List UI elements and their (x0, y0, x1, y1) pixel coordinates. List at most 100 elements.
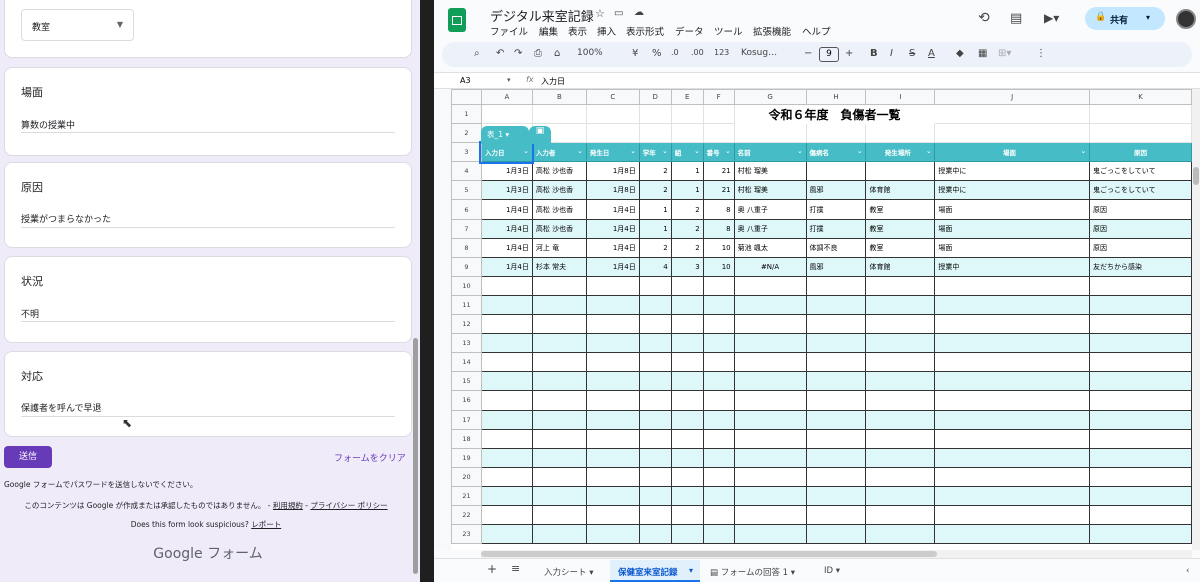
cell[interactable] (480, 447, 533, 468)
answer-text[interactable]: 算数の授業中 (21, 118, 75, 131)
cell[interactable]: 1月4日 (585, 218, 640, 239)
cell[interactable]: 打撲 (805, 218, 867, 239)
name-box[interactable]: A3 (460, 76, 471, 85)
cell[interactable] (480, 103, 533, 125)
cell[interactable] (805, 466, 867, 487)
text-color-icon[interactable]: A (928, 48, 935, 59)
cell[interactable] (585, 390, 640, 411)
cell[interactable] (480, 524, 533, 545)
column-header[interactable]: 発生場所 ⌄ (865, 142, 936, 163)
cell[interactable]: 1月4日 (585, 237, 640, 258)
cell[interactable] (865, 275, 936, 296)
cell[interactable] (480, 333, 533, 354)
cell[interactable]: 1月8日 (585, 180, 640, 201)
decrease-decimal-icon[interactable]: .0 (671, 48, 679, 57)
document-title[interactable]: デジタル来室記録 (490, 6, 594, 25)
menu-item[interactable]: 挿入 (597, 24, 616, 38)
column-letter[interactable]: B (531, 89, 587, 105)
currency-icon[interactable]: ¥ (632, 48, 638, 59)
cell[interactable] (1089, 485, 1192, 506)
cell[interactable] (865, 390, 936, 411)
cell[interactable]: 菊池 颯太 (733, 237, 807, 258)
column-header[interactable]: 入力日 ⌄ (479, 140, 535, 164)
cell[interactable] (733, 352, 807, 373)
cell[interactable] (1089, 294, 1192, 316)
cell[interactable] (733, 371, 807, 392)
vertical-scrollbar[interactable] (1192, 89, 1200, 550)
cell[interactable] (670, 447, 704, 468)
cell[interactable] (733, 409, 807, 430)
cell[interactable] (531, 485, 587, 506)
column-filter-icon[interactable]: ⌄ (797, 147, 802, 155)
cell[interactable] (531, 428, 587, 449)
window-divider[interactable] (420, 0, 434, 582)
cell[interactable]: 10 (702, 237, 735, 258)
cell[interactable] (531, 352, 587, 373)
cell[interactable]: 体調不良 (805, 237, 867, 258)
cell[interactable]: 授業中に (934, 180, 1091, 201)
cell[interactable] (531, 504, 587, 526)
bold-icon[interactable]: B (870, 48, 878, 59)
privacy-link[interactable]: プライバシー ポリシー (310, 501, 387, 510)
cell[interactable] (531, 294, 587, 316)
cell[interactable]: 場面 (934, 199, 1091, 220)
print-icon[interactable]: ⎙ (534, 48, 542, 59)
table-options-icon[interactable]: ▣ (529, 126, 551, 144)
borders-icon[interactable]: ▦ (978, 48, 987, 59)
column-header[interactable]: 場面 ⌄ (934, 142, 1091, 163)
cell[interactable] (670, 428, 704, 449)
cell[interactable] (934, 428, 1091, 449)
cell[interactable] (670, 103, 704, 125)
add-sheet-icon[interactable]: + (487, 562, 497, 576)
cell[interactable] (702, 428, 735, 449)
cell[interactable] (585, 485, 640, 506)
cell[interactable]: 1月4日 (480, 199, 533, 220)
cell[interactable] (865, 352, 936, 373)
cell[interactable]: 場面 (934, 218, 1091, 239)
column-filter-icon[interactable]: ⌄ (577, 147, 582, 155)
cell[interactable] (733, 485, 807, 506)
cell[interactable] (638, 352, 672, 373)
cell[interactable]: 高松 沙也香 (531, 218, 587, 239)
column-letter[interactable]: J (934, 89, 1091, 105)
cell[interactable] (480, 275, 533, 296)
cell[interactable] (702, 504, 735, 526)
answer-text[interactable]: 授業がつまらなかった (21, 212, 111, 225)
cell[interactable] (934, 333, 1091, 354)
cell[interactable] (805, 333, 867, 354)
cell[interactable] (1089, 352, 1192, 373)
sheet-title[interactable]: 令和６年度 負傷者一覧 (733, 103, 936, 125)
cell[interactable] (702, 294, 735, 316)
column-letter[interactable]: K (1089, 89, 1192, 105)
cell[interactable] (670, 504, 704, 526)
column-letter[interactable]: I (865, 89, 936, 105)
submit-button[interactable]: 送信 (4, 446, 52, 468)
cell[interactable]: 1 (638, 218, 672, 239)
cell[interactable] (865, 161, 936, 182)
cell[interactable] (1089, 390, 1192, 411)
cell[interactable] (805, 275, 867, 296)
cell[interactable] (733, 294, 807, 316)
cell[interactable]: 原因 (1089, 199, 1192, 220)
cell[interactable] (934, 504, 1091, 526)
cell[interactable] (934, 524, 1091, 545)
cell[interactable] (585, 524, 640, 545)
cell[interactable] (865, 504, 936, 526)
clear-form-button[interactable]: フォームをクリア (334, 451, 406, 464)
menu-item[interactable]: データ (675, 24, 704, 38)
column-header[interactable]: 番号 ⌄ (702, 142, 735, 163)
cell[interactable] (585, 294, 640, 316)
horizontal-scroll-thumb[interactable] (481, 551, 937, 557)
cell[interactable] (733, 275, 807, 296)
select-all-corner[interactable] (451, 89, 482, 105)
sheet-tab[interactable]: ▤ フォームの回答 1 ▾ (710, 566, 795, 578)
cell[interactable] (670, 524, 704, 545)
cell[interactable] (638, 294, 672, 316)
cell[interactable] (805, 352, 867, 373)
paint-format-icon[interactable]: ⌂ (554, 48, 560, 59)
cell[interactable] (531, 275, 587, 296)
cell[interactable] (585, 428, 640, 449)
cell[interactable]: 2 (670, 199, 704, 220)
cell[interactable] (480, 390, 533, 411)
cell[interactable] (865, 524, 936, 545)
